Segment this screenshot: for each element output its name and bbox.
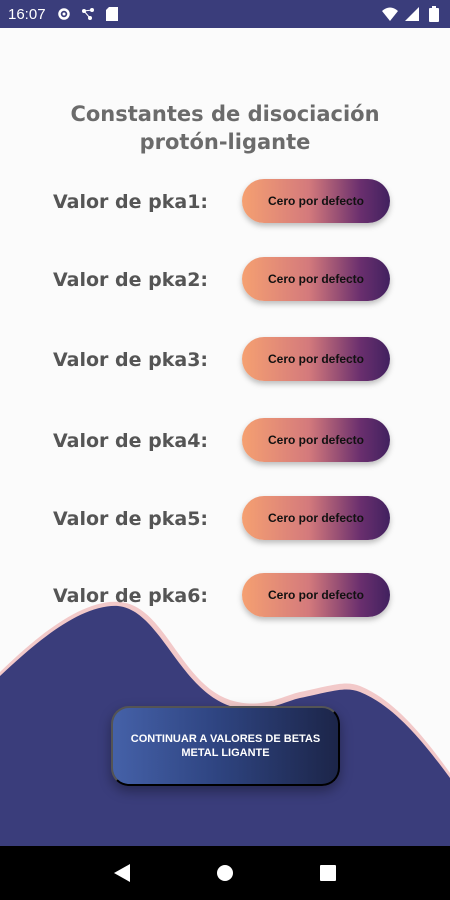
pka2-label: Valor de pka2:: [53, 269, 209, 291]
pka1-label: Valor de pka1:: [53, 191, 209, 213]
share-icon: [80, 6, 96, 22]
gear-icon: [56, 6, 72, 22]
pka1-row: Valor de pka1: Cero por defecto: [0, 179, 450, 229]
back-icon[interactable]: [110, 861, 134, 885]
status-icons-left: [56, 6, 120, 22]
battery-icon: [426, 6, 442, 22]
wifi-icon: [382, 6, 398, 22]
pka2-button[interactable]: Cero por defecto: [242, 257, 390, 301]
pka3-label: Valor de pka3:: [53, 349, 209, 371]
pka4-row: Valor de pka4: Cero por defecto: [0, 418, 450, 468]
pka4-button[interactable]: Cero por defecto: [242, 418, 390, 462]
page-title-line2: protón-ligante: [139, 130, 311, 154]
pka6-button[interactable]: Cero por defecto: [242, 573, 390, 617]
status-icons-right: [382, 6, 442, 22]
home-icon[interactable]: [213, 861, 237, 885]
pka5-button[interactable]: Cero por defecto: [242, 496, 390, 540]
sd-card-icon: [104, 6, 120, 22]
page-title: Constantes de disociación protón-ligante: [0, 100, 450, 156]
pka5-label: Valor de pka5:: [53, 508, 209, 530]
status-time: 16:07: [8, 5, 46, 23]
signal-icon: [404, 6, 420, 22]
status-bar: 16:07: [0, 0, 450, 28]
pka6-label: Valor de pka6:: [53, 585, 209, 607]
main-content: Constantes de disociación protón-ligante…: [0, 28, 450, 846]
pka3-row: Valor de pka3: Cero por defecto: [0, 337, 450, 387]
pka1-button[interactable]: Cero por defecto: [242, 179, 390, 223]
pka4-label: Valor de pka4:: [53, 430, 209, 452]
continue-button-line1: CONTINUAR A VALORES DE BETAS: [130, 733, 321, 745]
pka5-row: Valor de pka5: Cero por defecto: [0, 496, 450, 546]
recents-icon[interactable]: [316, 861, 340, 885]
navigation-bar: [0, 846, 450, 900]
pka6-row: Valor de pka6: Cero por defecto: [0, 573, 450, 623]
pka3-button[interactable]: Cero por defecto: [242, 337, 390, 381]
page-title-line1: Constantes de disociación: [70, 102, 380, 126]
continue-button-line2: METAL LIGANTE: [181, 747, 270, 759]
pka2-row: Valor de pka2: Cero por defecto: [0, 257, 450, 307]
continue-button[interactable]: CONTINUAR A VALORES DE BETAS METAL LIGAN…: [111, 706, 340, 786]
